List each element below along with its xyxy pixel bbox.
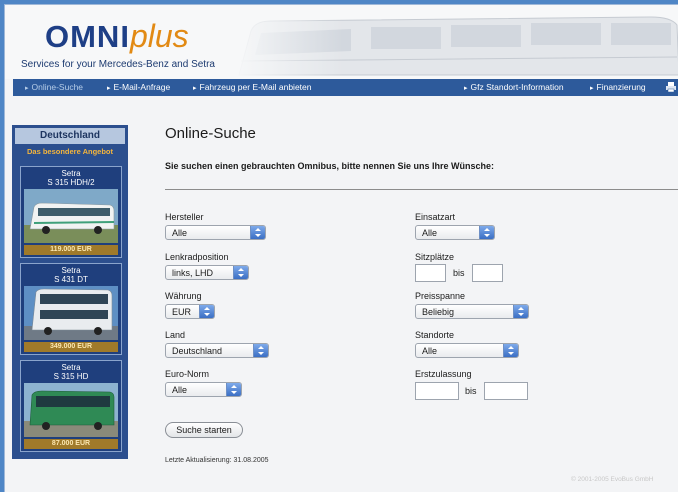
euro-norm-select[interactable]: Alle: [165, 382, 242, 397]
offer-card-title: Setra S 431 DT: [21, 266, 121, 284]
page-title: Online-Suche: [165, 125, 256, 142]
offer-card-title: Setra S 315 HD: [21, 363, 121, 381]
first-registration-label: Erstzulassung: [415, 369, 472, 379]
usage-value: Alle: [422, 228, 438, 238]
offer-card-title: Setra S 315 HDH/2: [21, 169, 121, 187]
offer-card[interactable]: Setra S 315 HDH/2 119.000 EUR: [20, 166, 122, 258]
nav-online-search[interactable]: ▸ Online-Suche: [25, 79, 83, 96]
offers-sidebar: Deutschland Das besondere Angebot Setra S…: [12, 125, 128, 459]
country-value: Deutschland: [172, 346, 223, 356]
logo-primary: OMNI: [45, 19, 130, 54]
nav-financing[interactable]: ▸ Finanzierung: [590, 79, 646, 96]
page-frame: OMNIplus Services for your Mercedes-Benz…: [4, 4, 678, 492]
seats-range-separator: bis: [453, 268, 465, 278]
bus-photo: [24, 189, 118, 243]
offer-model: S 315 HDH/2: [47, 178, 95, 187]
select-arrows-icon: [513, 305, 528, 318]
currency-value: EUR: [172, 307, 192, 317]
nav-email-request[interactable]: ▸ E-Mail-Anfrage: [107, 79, 170, 96]
select-arrows-icon: [479, 226, 494, 239]
copyright-text: © 2001-2005 EvoBus GmbH: [571, 476, 654, 483]
intro-text: Sie suchen einen gebrauchten Omnibus, bi…: [165, 161, 495, 171]
header-bus-image: [231, 11, 678, 77]
omniplus-logo[interactable]: OMNIplus: [45, 19, 189, 54]
offer-brand: Setra: [61, 169, 81, 178]
seats-to-input[interactable]: [472, 264, 503, 282]
last-update-text: Letzte Aktualisierung: 31.08.2005: [165, 457, 269, 464]
select-arrows-icon: [233, 266, 248, 279]
offer-price: 349.000 EUR: [24, 342, 118, 352]
logo-secondary: plus: [129, 18, 189, 54]
select-arrows-icon: [226, 383, 241, 396]
sidebar-country: Deutschland: [15, 128, 125, 144]
usage-select[interactable]: Alle: [415, 225, 495, 240]
first-registration-range-separator: bis: [465, 386, 477, 396]
manufacturer-label: Hersteller: [165, 212, 204, 222]
price-range-label: Preisspanne: [415, 291, 466, 301]
price-range-value: Beliebig: [422, 307, 455, 317]
select-arrows-icon: [253, 344, 268, 357]
nav-bar: ▸ Online-Suche ▸ E-Mail-Anfrage ▸ Fahrzeug …: [13, 79, 678, 96]
nav-financing-label: Finanzierung: [596, 82, 646, 92]
seats-from-input[interactable]: [415, 264, 446, 282]
offer-price: 87.000 EUR: [24, 439, 118, 449]
offer-brand: Setra: [61, 363, 81, 372]
euro-norm-value: Alle: [172, 385, 188, 395]
nav-offer-vehicle[interactable]: ▸ Fahrzeug per E-Mail anbieten: [193, 79, 312, 96]
steering-select[interactable]: links, LHD: [165, 265, 249, 280]
offer-card[interactable]: Setra S 315 HD 87.000 EUR: [20, 360, 122, 452]
divider: [165, 189, 678, 190]
nav-locations[interactable]: ▸ Gfz Standort-Information: [464, 79, 564, 96]
manufacturer-value: Alle: [172, 228, 188, 238]
offer-model: S 315 HD: [53, 372, 89, 381]
offer-price: 119.000 EUR: [24, 245, 118, 255]
first-registration-to-input[interactable]: [484, 382, 528, 400]
nav-locations-label: Gfz Standort-Information: [470, 82, 564, 92]
sidebar-special-offer: Das besondere Angebot: [27, 147, 113, 156]
seats-label: Sitzplätze: [415, 252, 455, 262]
price-range-select[interactable]: Beliebig: [415, 304, 529, 319]
locations-value: Alle: [422, 346, 438, 356]
select-arrows-icon: [199, 305, 214, 318]
nav-offer-vehicle-label: Fahrzeug per E-Mail anbieten: [199, 82, 312, 92]
steering-label: Lenkradposition: [165, 252, 229, 262]
steering-value: links, LHD: [172, 268, 214, 278]
header: OMNIplus Services for your Mercedes-Benz…: [5, 5, 678, 79]
locations-label: Standorte: [415, 330, 455, 340]
bus-photo: [24, 383, 118, 437]
printer-icon[interactable]: [665, 81, 677, 93]
country-label: Land: [165, 330, 186, 340]
bus-photo: [24, 286, 118, 340]
nav-online-search-label: Online-Suche: [31, 82, 84, 92]
select-arrows-icon: [503, 344, 518, 357]
select-arrows-icon: [250, 226, 265, 239]
offer-brand: Setra: [61, 266, 81, 275]
search-submit-button[interactable]: Suche starten: [165, 422, 243, 438]
currency-label: Währung: [165, 291, 202, 301]
locations-select[interactable]: Alle: [415, 343, 519, 358]
nav-email-request-label: E-Mail-Anfrage: [113, 82, 171, 92]
country-select[interactable]: Deutschland: [165, 343, 269, 358]
usage-label: Einsatzart: [415, 212, 456, 222]
currency-select[interactable]: EUR: [165, 304, 215, 319]
offer-model: S 431 DT: [54, 275, 88, 284]
euro-norm-label: Euro-Norm: [165, 369, 210, 379]
manufacturer-select[interactable]: Alle: [165, 225, 266, 240]
first-registration-from-input[interactable]: [415, 382, 459, 400]
offer-card[interactable]: Setra S 431 DT 349.000 EUR: [20, 263, 122, 355]
tagline: Services for your Mercedes-Benz and Setr…: [21, 59, 215, 70]
